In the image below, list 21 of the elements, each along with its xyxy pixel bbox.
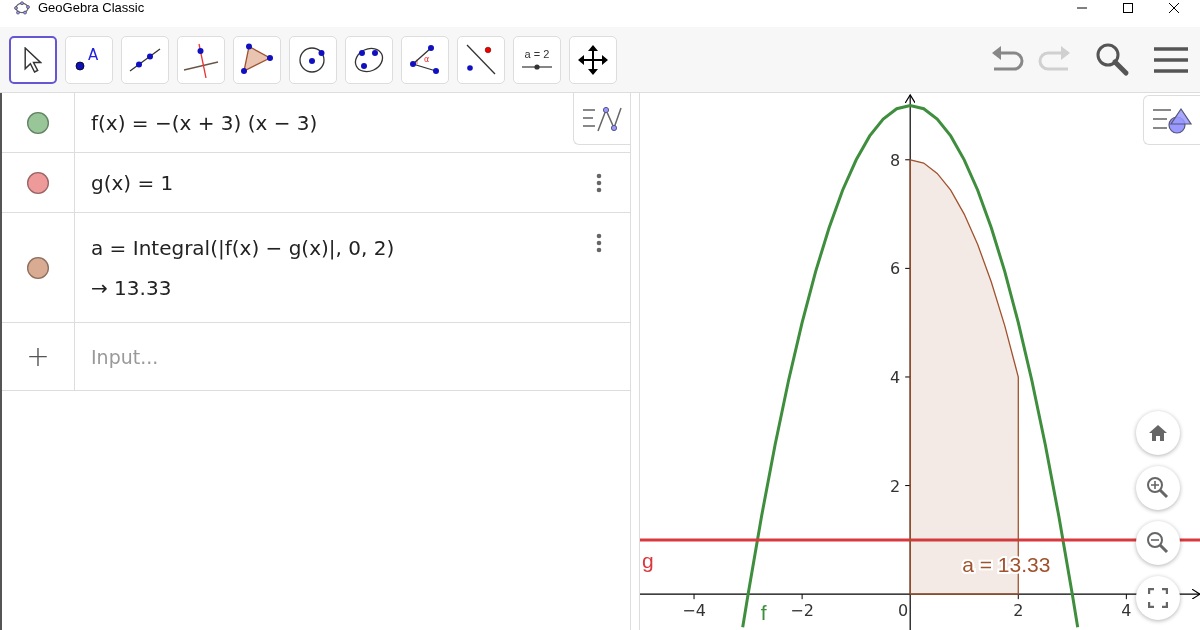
tool-button[interactable]: A [65,35,113,84]
window-title: GeoGebra Classic [38,0,145,16]
expression-text: g(x) = 1 [91,170,174,195]
input-field[interactable]: Input... [91,345,391,368]
add-icon[interactable]: + [26,340,50,373]
tool-button[interactable]: a = 2 [513,35,561,84]
axis-tick-label: 2 [890,476,901,496]
axis-tick-label: 2 [1013,601,1024,621]
axis-tick-label: −2 [790,601,814,621]
axis-tick-label: −4 [682,601,706,621]
expression-text: f(x) = −(x + 3) (x − 3) [91,110,318,135]
axis-tick-label: 8 [890,150,901,170]
tool-button[interactable]: α [401,35,449,84]
axis-tick-label: 0 [898,601,909,621]
graph-label: g [642,548,654,572]
axis-tick-label: 4 [1121,601,1132,621]
expression-text: a = Integral(|f(x) − g(x)|, 0, 2) [91,235,395,260]
result-text: → 13.33 [91,275,172,300]
graph-label: f [760,601,767,625]
axis-tick-label: 4 [890,367,901,387]
axis-tick-label: 6 [890,259,901,279]
